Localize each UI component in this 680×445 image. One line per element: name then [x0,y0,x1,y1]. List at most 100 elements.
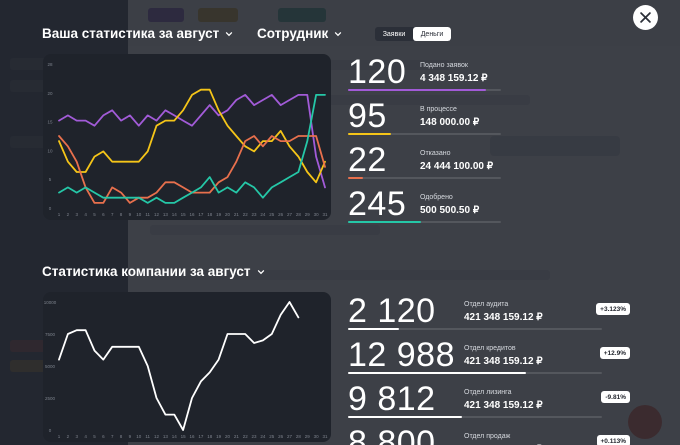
toggle-money[interactable]: Деньги [413,27,451,41]
company-chart: 0 2500 5000 7500 10000 1 2 3 4 5 6 7 8 9 10 11 12 13 14 15 1… [43,292,331,442]
close-icon [640,12,651,23]
company-x-tick: 23 [252,434,258,439]
personal-x-tick: 18 [207,212,213,217]
stat-label: Отдел продаж [464,433,511,440]
stat-progress-track [348,328,602,330]
company-y-tick: 5000 [45,364,56,369]
company-x-tick: 22 [243,434,249,439]
personal-x-tick: 31 [322,212,328,217]
personal-x-tick: 4 [84,212,87,217]
personal-y-tick: 28 [47,62,53,67]
company-x-tick: 8 [120,434,123,439]
stat-label: Отдел лизинга [464,389,512,396]
company-stats-title[interactable]: Статистика компании за август [42,264,265,279]
company-x-tick: 19 [216,434,222,439]
stat-progress-fill [348,89,486,91]
stat-value: 421 348 159.12 ₽ [464,312,543,323]
stat-progress-track [348,372,602,374]
personal-x-tick: 9 [129,212,132,217]
company-x-tick: 2 [67,434,70,439]
stat-progress-fill [348,177,364,179]
company-x-tick: 3 [75,434,78,439]
personal-x-tick: 2 [67,212,70,217]
stat-number: 2 120 [348,292,436,330]
mode-toggle[interactable]: Заявки Деньги [375,27,451,41]
stat-label: Отказано [420,150,451,157]
personal-x-tick: 7 [111,212,114,217]
company-x-tick: 16 [189,434,195,439]
stat-value: 4 348 159.12 ₽ [420,73,488,84]
stat-value: 500 500.50 ₽ [420,205,480,216]
close-button[interactable] [633,5,658,30]
stat-value: 24 444 100.00 ₽ [420,161,494,172]
company-y-tick: 10000 [44,300,57,305]
stat-value: 148 000.00 ₽ [420,117,480,128]
personal-stats-title[interactable]: Ваша статистика за август [42,26,233,41]
personal-line-chart: 05101520281 2 3 4 5 6 7 8 9 10 11 12 13 14 15 16 17 18 19 2… [47,62,328,217]
statistics-modal: Ваша статистика за август Сотрудник Заяв… [0,0,680,445]
personal-x-tick: 24 [260,212,266,217]
company-stat-item: 12 988 Отдел кредитов 421 348 159.12 ₽ +12.… [348,338,632,378]
stat-value: 421 348 159.12 ₽ [464,356,543,367]
toggle-applications[interactable]: Заявки [375,27,413,41]
stat-number: 8 800 [348,424,436,445]
personal-y-tick: 5 [49,177,52,182]
stat-progress-track [348,133,501,135]
company-x-tick: 31 [322,434,328,439]
company-x-tick: 4 [84,434,87,439]
personal-y-tick: 10 [47,148,53,153]
chevron-down-icon [334,30,342,38]
stat-label: Отдел аудита [464,301,509,308]
company-x-tick: 27 [287,434,293,439]
personal-x-tick: 23 [252,212,258,217]
company-x-tick: 26 [278,434,284,439]
personal-x-tick: 14 [172,212,178,217]
stat-progress-track [348,89,501,91]
personal-x-tick: 10 [136,212,142,217]
company-x-tick: 1 [58,434,61,439]
stat-value: 421 348 159.12 ₽ [464,400,543,411]
company-x-tick: 9 [129,434,132,439]
company-x-tick: 7 [111,434,114,439]
personal-x-tick: 22 [243,212,249,217]
change-badge: -9.81% [601,391,630,403]
personal-x-tick: 5 [93,212,96,217]
company-stat-item: 9 812 Отдел лизинга 421 348 159.12 ₽ -9.81% [348,382,632,422]
employee-dropdown[interactable]: Сотрудник [257,26,342,41]
company-x-tick: 24 [260,434,266,439]
stat-progress-fill [348,221,422,223]
company-x-tick: 18 [207,434,213,439]
company-x-tick: 11 [145,434,150,439]
personal-x-tick: 30 [314,212,320,217]
stat-label: В процессе [420,106,457,113]
personal-x-tick: 11 [145,212,150,217]
stat-label: Одобрено [420,194,453,201]
stat-progress-fill [348,328,399,330]
stat-number: 120 [348,53,407,91]
stat-label: Отдел кредитов [464,345,516,352]
personal-x-tick: 8 [120,212,123,217]
company-x-tick: 28 [296,434,302,439]
personal-stat-item: 120 Подано заявок 4 348 159.12 ₽ [348,55,508,95]
change-badge: +12.9% [599,347,630,359]
stat-progress-track [348,177,501,179]
company-y-tick: 7500 [45,332,56,337]
personal-chart: 0 5 10 15 20 28 1 2 3 4 5 6 7 8 9 10 11 12 13 14 15 16 17 18 19 2… [43,54,331,220]
chevron-down-icon [257,268,265,276]
stat-number: 12 988 [348,336,455,374]
company-x-tick: 15 [181,434,187,439]
company-x-tick: 30 [314,434,320,439]
personal-x-tick: 20 [225,212,231,217]
personal-stat-item: 245 Одобрено 500 500.50 ₽ [348,187,508,227]
personal-x-tick: 17 [198,212,204,217]
personal-stat-item: 95 В процессе 148 000.00 ₽ [348,99,508,139]
stat-progress-fill [348,372,526,374]
company-stat-item: 8 800Отдел продаж421 348 159.12 ₽+0.113% [348,426,632,445]
stat-progress-fill [348,416,463,418]
personal-x-tick: 26 [278,212,284,217]
company-x-tick: 6 [102,434,105,439]
change-badge: +0.113% [596,435,630,445]
company-stat-item: 2 120 Отдел аудита 421 348 159.12 ₽ +3.123% [348,294,632,334]
personal-x-tick: 6 [102,212,105,217]
personal-x-tick: 16 [189,212,195,217]
